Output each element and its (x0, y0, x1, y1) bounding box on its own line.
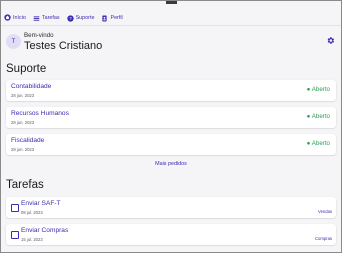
request-date: 28 jun. 2023 (11, 120, 35, 125)
section-title-tarefas: Tarefas (6, 179, 44, 191)
welcome-header: T Bem-vindo Testes Cristiano (6, 32, 336, 53)
help-icon: ? (66, 14, 74, 22)
nav-item-tarefas[interactable]: Tarefas (33, 11, 60, 25)
task-date: 08 jul. 2023 (21, 210, 43, 215)
section-title-suporte: Suporte (6, 63, 47, 75)
nav-item-perfil[interactable]: Perfil (101, 11, 123, 25)
request-title: Fiscalidade (11, 137, 45, 144)
status-text: Aberto (311, 86, 330, 93)
more-requests-link[interactable]: Mais pedidos (1, 161, 341, 167)
tasks-icon (33, 15, 40, 21)
nav-item-inicio[interactable]: Início (4, 11, 26, 26)
status-text: Aberto (311, 113, 330, 120)
top-navigation: Início Tarefas ? Suporte Perfil (1, 10, 341, 26)
nav-item-label: Perfil (110, 15, 123, 21)
support-request-card[interactable]: Fiscalidade 28 jun. 2023 ● Aberto (6, 134, 336, 155)
request-title: Recursos Humanos (11, 110, 69, 117)
task-title: Enviar Compras (21, 227, 69, 234)
profile-icon (102, 15, 108, 21)
task-title: Enviar SAF-T (21, 200, 61, 207)
request-date: 28 jun. 2023 (11, 93, 35, 98)
task-card[interactable]: Enviar Compras 15 jul. 2023 Compras (6, 224, 336, 245)
nav-item-label: Início (13, 14, 26, 21)
nav-item-suporte[interactable]: ? Suporte (66, 11, 95, 25)
avatar: T (6, 34, 21, 49)
task-checkbox[interactable] (11, 231, 19, 239)
task-category: Vendas (318, 209, 332, 214)
request-date: 28 jun. 2023 (11, 147, 35, 152)
app-window: Início Tarefas ? Suporte Perfil T Bem-vi… (0, 0, 342, 253)
user-name: Testes Cristiano (24, 40, 103, 52)
nav-item-label: Suporte (75, 15, 95, 21)
titlebar-grip[interactable] (166, 1, 177, 4)
home-icon (4, 14, 11, 21)
task-date: 15 jul. 2023 (21, 237, 43, 242)
status-badge: ● Aberto (306, 113, 330, 120)
support-request-card[interactable]: Contabilidade 28 jun. 2023 ● Aberto (6, 80, 336, 101)
status-badge: ● Aberto (306, 140, 330, 147)
status-text: Aberto (311, 140, 330, 147)
nav-divider (1, 25, 341, 26)
support-request-card[interactable]: Recursos Humanos 28 jun. 2023 ● Aberto (6, 107, 336, 128)
task-card[interactable]: Enviar SAF-T 08 jul. 2023 Vendas (6, 197, 336, 218)
task-checkbox[interactable] (11, 204, 19, 212)
nav-item-label: Tarefas (41, 15, 60, 21)
status-badge: ● Aberto (306, 86, 330, 93)
request-title: Contabilidade (11, 83, 52, 90)
gear-icon[interactable] (326, 36, 335, 45)
welcome-greeting: Bem-vindo (24, 32, 54, 39)
task-category: Compras (315, 236, 332, 241)
